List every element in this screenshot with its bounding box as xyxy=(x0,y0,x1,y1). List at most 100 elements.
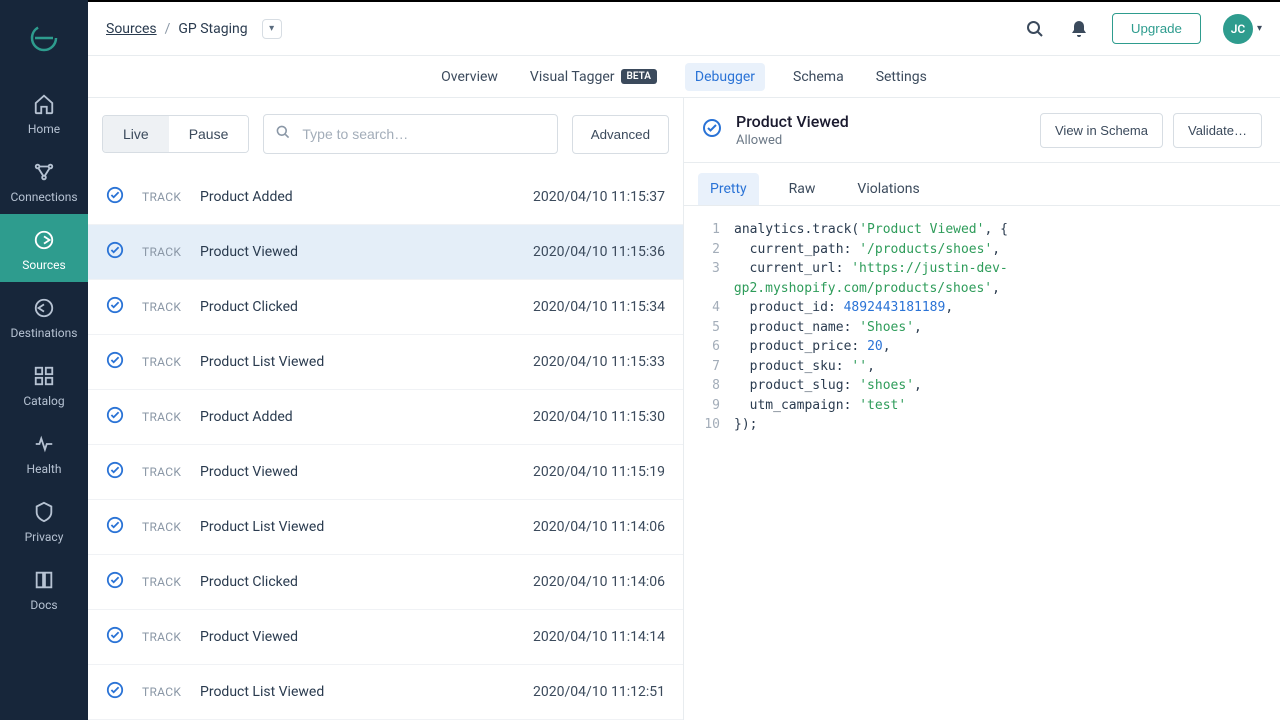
sidebar-item-sources[interactable]: Sources xyxy=(0,214,88,282)
breadcrumb-dropdown[interactable]: ▾ xyxy=(262,19,282,39)
docs-icon xyxy=(32,568,56,592)
breadcrumb-root[interactable]: Sources xyxy=(106,21,157,37)
tab-visual-tagger[interactable]: Visual Tagger BETA xyxy=(526,61,661,93)
check-icon xyxy=(106,296,124,318)
sidebar-item-home[interactable]: Home xyxy=(0,78,88,146)
live-pause-toggle: Live Pause xyxy=(102,115,249,153)
live-button[interactable]: Live xyxy=(103,116,169,152)
chevron-down-icon: ▾ xyxy=(1257,23,1262,34)
topbar: Sources / GP Staging ▾ Upgrade JC ▾ xyxy=(88,2,1280,56)
logo xyxy=(26,20,62,56)
event-timestamp: 2020/04/10 11:14:14 xyxy=(533,629,665,645)
event-name: Product Viewed xyxy=(200,629,533,645)
sidebar-item-docs[interactable]: Docs xyxy=(0,554,88,622)
privacy-icon xyxy=(32,500,56,524)
event-row[interactable]: TRACKProduct List Viewed2020/04/10 11:14… xyxy=(88,500,683,555)
event-timestamp: 2020/04/10 11:15:30 xyxy=(533,409,665,425)
event-name: Product Viewed xyxy=(200,464,533,480)
event-row[interactable]: TRACKProduct Added2020/04/10 11:15:37 xyxy=(88,170,683,225)
code-viewer: 1analytics.track('Product Viewed', {2 cu… xyxy=(684,206,1280,449)
validate-button[interactable]: Validate… xyxy=(1173,113,1262,148)
bell-icon[interactable] xyxy=(1068,18,1090,40)
tab-raw[interactable]: Raw xyxy=(777,173,828,205)
event-type: TRACK xyxy=(142,685,200,699)
event-type: TRACK xyxy=(142,520,200,534)
event-type: TRACK xyxy=(142,575,200,589)
event-row[interactable]: TRACKProduct List Viewed2020/04/10 11:15… xyxy=(88,335,683,390)
event-timestamp: 2020/04/10 11:14:06 xyxy=(533,574,665,590)
catalog-icon xyxy=(32,364,56,388)
sidebar-item-catalog[interactable]: Catalog xyxy=(0,350,88,418)
check-icon xyxy=(106,516,124,538)
connections-icon xyxy=(32,160,56,184)
avatar: JC xyxy=(1223,14,1253,44)
destinations-icon xyxy=(32,296,56,320)
search-icon[interactable] xyxy=(1024,18,1046,40)
pause-button[interactable]: Pause xyxy=(169,116,249,152)
upgrade-button[interactable]: Upgrade xyxy=(1112,13,1201,44)
event-type: TRACK xyxy=(142,410,200,424)
detail-title: Product Viewed xyxy=(736,112,849,131)
tab-violations[interactable]: Violations xyxy=(845,173,931,205)
breadcrumb: Sources / GP Staging ▾ xyxy=(106,19,282,39)
check-icon xyxy=(702,118,722,142)
sidebar-item-privacy[interactable]: Privacy xyxy=(0,486,88,554)
event-type: TRACK xyxy=(142,355,200,369)
event-name: Product List Viewed xyxy=(200,519,533,535)
check-icon xyxy=(106,241,124,263)
event-name: Product Viewed xyxy=(200,244,533,260)
check-icon xyxy=(106,406,124,428)
event-type: TRACK xyxy=(142,465,200,479)
tab-schema[interactable]: Schema xyxy=(789,61,848,93)
event-row[interactable]: TRACKProduct List Viewed2020/04/10 11:12… xyxy=(88,665,683,720)
event-timestamp: 2020/04/10 11:15:36 xyxy=(533,244,665,260)
event-type: TRACK xyxy=(142,630,200,644)
search-input[interactable] xyxy=(263,114,557,154)
event-row[interactable]: TRACKProduct Clicked2020/04/10 11:15:34 xyxy=(88,280,683,335)
event-type: TRACK xyxy=(142,300,200,314)
check-icon xyxy=(106,186,124,208)
event-list-panel: Live Pause Advanced TRACKProduct Added20… xyxy=(88,98,684,720)
tab-overview[interactable]: Overview xyxy=(437,61,502,93)
sidebar-item-health[interactable]: Health xyxy=(0,418,88,486)
event-name: Product Clicked xyxy=(200,299,533,315)
event-detail-panel: Product Viewed Allowed View in Schema Va… xyxy=(684,98,1280,720)
tab-debugger[interactable]: Debugger xyxy=(685,63,765,91)
detail-status: Allowed xyxy=(736,133,849,148)
event-timestamp: 2020/04/10 11:14:06 xyxy=(533,519,665,535)
event-name: Product Added xyxy=(200,189,533,205)
event-row[interactable]: TRACKProduct Viewed2020/04/10 11:15:36 xyxy=(88,225,683,280)
user-menu[interactable]: JC ▾ xyxy=(1223,14,1262,44)
check-icon xyxy=(106,351,124,373)
sidebar-item-destinations[interactable]: Destinations xyxy=(0,282,88,350)
event-row[interactable]: TRACKProduct Viewed2020/04/10 11:15:19 xyxy=(88,445,683,500)
event-timestamp: 2020/04/10 11:15:37 xyxy=(533,189,665,205)
subtabs: Overview Visual Tagger BETA Debugger Sch… xyxy=(88,56,1280,98)
tab-settings[interactable]: Settings xyxy=(872,61,931,93)
check-icon xyxy=(106,571,124,593)
beta-badge: BETA xyxy=(621,69,657,84)
event-timestamp: 2020/04/10 11:15:19 xyxy=(533,464,665,480)
event-type: TRACK xyxy=(142,245,200,259)
sidebar: HomeConnectionsSourcesDestinationsCatalo… xyxy=(0,0,88,720)
check-icon xyxy=(106,681,124,703)
event-name: Product List Viewed xyxy=(200,354,533,370)
home-icon xyxy=(32,92,56,116)
event-name: Product Added xyxy=(200,409,533,425)
sources-icon xyxy=(32,228,56,252)
advanced-button[interactable]: Advanced xyxy=(572,115,669,154)
search-icon xyxy=(275,124,291,144)
event-row[interactable]: TRACKProduct Added2020/04/10 11:15:30 xyxy=(88,390,683,445)
event-timestamp: 2020/04/10 11:15:34 xyxy=(533,299,665,315)
event-name: Product List Viewed xyxy=(200,684,533,700)
event-row[interactable]: TRACKProduct Clicked2020/04/10 11:14:06 xyxy=(88,555,683,610)
check-icon xyxy=(106,626,124,648)
event-row[interactable]: TRACKProduct Viewed2020/04/10 11:14:14 xyxy=(88,610,683,665)
check-icon xyxy=(106,461,124,483)
event-timestamp: 2020/04/10 11:15:33 xyxy=(533,354,665,370)
sidebar-item-connections[interactable]: Connections xyxy=(0,146,88,214)
view-schema-button[interactable]: View in Schema xyxy=(1040,113,1163,148)
tab-pretty[interactable]: Pretty xyxy=(698,173,759,205)
health-icon xyxy=(32,432,56,456)
event-type: TRACK xyxy=(142,190,200,204)
